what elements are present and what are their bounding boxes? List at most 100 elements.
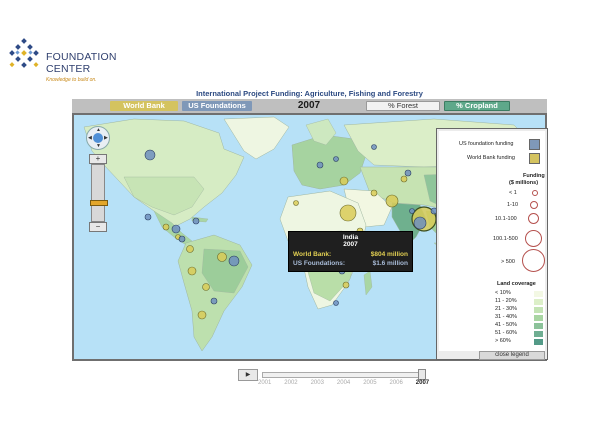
cropland-layer-button[interactable]: % Cropland	[444, 101, 510, 111]
zoom-slider[interactable]	[90, 164, 108, 222]
tooltip-year: 2007	[343, 241, 358, 248]
legend-funding-bubble-1	[532, 190, 538, 196]
legend-coverage-swatch	[534, 307, 543, 313]
wb-bubble-mozambique	[342, 281, 350, 289]
timeline-year[interactable]: 2001	[258, 380, 271, 386]
timeline-year[interactable]: 2005	[363, 380, 376, 386]
legend-funding-units: ($ millions)	[509, 180, 539, 186]
legend-funding-bubble-2	[530, 201, 538, 209]
legend-coverage-swatch	[534, 339, 543, 345]
legend-coverage-label: > 60%	[495, 338, 511, 344]
legend-content: US foundation funding World Bank funding…	[439, 131, 545, 351]
usf-bubble-nepal	[409, 208, 415, 214]
legend-funding-level-5: > 500	[501, 259, 515, 265]
wb-bubble-brazil	[217, 252, 227, 262]
timeline-year[interactable]: 2006	[390, 380, 403, 386]
wb-bubble-pakistan	[385, 194, 399, 208]
legend-coverage-swatch	[534, 291, 543, 297]
pan-right-icon[interactable]: ▶	[104, 135, 108, 141]
usf-bubble-russia	[371, 144, 377, 150]
logo-mark-icon	[9, 38, 39, 68]
country-tooltip: India 2007 World Bank: $804 million US F…	[288, 231, 413, 272]
brand-name-line1: FOUNDATION	[46, 51, 117, 63]
foundation-center-logo: FOUNDATION CENTER Knowledge to build on.	[6, 38, 136, 86]
legend-coverage-swatch	[534, 323, 543, 329]
pan-down-icon[interactable]: ▼	[96, 143, 101, 149]
legend-funding-level-1: < 1	[509, 190, 517, 196]
zoom-slider-thumb[interactable]	[90, 200, 108, 206]
forest-layer-button[interactable]: % Forest	[366, 101, 440, 111]
usf-bubble-india	[413, 216, 427, 230]
wb-bubble-argentina	[197, 310, 207, 320]
timeline-year[interactable]: 2004	[337, 380, 350, 386]
usf-bubble-europe	[316, 161, 324, 169]
legend-funding-bubble-3	[528, 213, 539, 224]
tooltip-country: India	[342, 234, 359, 241]
legend-funding-bubble-4	[525, 230, 542, 247]
wb-bubble-turkey	[339, 176, 349, 186]
usf-bubble-brazil	[228, 255, 240, 267]
wb-bubble-egypt	[339, 204, 357, 222]
map-navigation-control: ▲ ▼ ◀ ▶ + −	[86, 126, 110, 234]
brand-name-line2: CENTER	[46, 63, 91, 75]
legend-funding-level-3: 10.1-100	[495, 216, 517, 222]
legend-coverage-label: 21 - 30%	[495, 306, 518, 312]
legend-world-bank-swatch	[529, 153, 540, 164]
usf-bubble-canada	[144, 149, 156, 161]
year-display: 2007	[297, 100, 321, 111]
brand-tagline: Knowledge to build on.	[46, 77, 97, 83]
wb-bubble-central-asia	[400, 175, 408, 183]
tooltip-world-bank-label: World Bank:	[293, 251, 332, 258]
timeline-year[interactable]: 2007	[416, 380, 429, 386]
legend-coverage-swatch	[534, 299, 543, 305]
close-legend-button[interactable]: close legend	[479, 351, 545, 360]
pan-left-icon[interactable]: ◀	[88, 135, 92, 141]
usf-bubble-caribbean	[192, 217, 200, 225]
legend-coverage-swatch	[534, 331, 543, 337]
legend-coverage-label: 51 - 60%	[495, 330, 518, 336]
compass-icon[interactable]: ▲ ▼ ◀ ▶	[86, 126, 110, 150]
legend-us-foundation-swatch	[529, 139, 540, 150]
legend-coverage-swatch	[534, 315, 543, 321]
legend-us-foundation-label: US foundation funding	[459, 141, 514, 147]
timeline-thumb[interactable]	[418, 369, 426, 380]
legend-coverage-label: 31 - 40%	[495, 314, 518, 320]
world-bank-toggle[interactable]: World Bank	[110, 101, 178, 111]
wb-bubble-mexico	[162, 223, 170, 231]
wb-bubble-iran	[370, 189, 378, 197]
usf-bubble-mexico	[144, 213, 152, 221]
timeline-track[interactable]	[262, 372, 426, 378]
zoom-out-button[interactable]: −	[89, 222, 107, 232]
wb-bubble-morocco	[293, 200, 299, 206]
zoom-in-button[interactable]: +	[89, 154, 107, 164]
usf-bubble-south-africa	[333, 300, 339, 306]
legend-funding-bubble-5	[522, 249, 545, 272]
legend-funding-level-4: 100.1-500	[493, 236, 518, 242]
year-timeline: ▶ 2001 2002 2003 2004 2005 2006 2007	[238, 368, 433, 390]
us-foundations-toggle[interactable]: US Foundations	[182, 101, 252, 111]
usf-bubble-ukraine	[333, 156, 339, 162]
wb-bubble-bolivia	[202, 283, 210, 291]
legend-funding-title: Funding	[523, 173, 545, 179]
legend-world-bank-label: World Bank funding	[467, 155, 515, 161]
compass-core	[93, 133, 103, 143]
usf-bubble-guatemala	[171, 224, 181, 234]
madagascar	[363, 270, 373, 296]
usf-bubble-kazakhstan	[404, 169, 412, 177]
toolbar: World Bank US Foundations 2007 % Forest …	[72, 99, 547, 113]
tooltip-us-foundations-label: US Foundations:	[293, 260, 345, 267]
usf-bubble-nicaragua	[178, 235, 186, 243]
legend-land-coverage-title: Land coverage	[497, 281, 536, 287]
timeline-year[interactable]: 2002	[284, 380, 297, 386]
legend-coverage-label: 41 - 50%	[495, 322, 518, 328]
brand-name: FOUNDATION CENTER	[46, 51, 117, 75]
play-icon[interactable]: ▶	[238, 369, 258, 381]
tooltip-us-foundations-value: $1.6 million	[372, 260, 408, 267]
wb-bubble-peru	[187, 266, 197, 276]
usf-bubble-paraguay	[210, 297, 218, 305]
tooltip-world-bank-value: $804 million	[370, 251, 408, 258]
timeline-year[interactable]: 2003	[311, 380, 324, 386]
pan-up-icon[interactable]: ▲	[96, 127, 101, 133]
legend-coverage-label: < 10%	[495, 290, 511, 296]
legend-coverage-label: 11 - 20%	[495, 298, 517, 304]
